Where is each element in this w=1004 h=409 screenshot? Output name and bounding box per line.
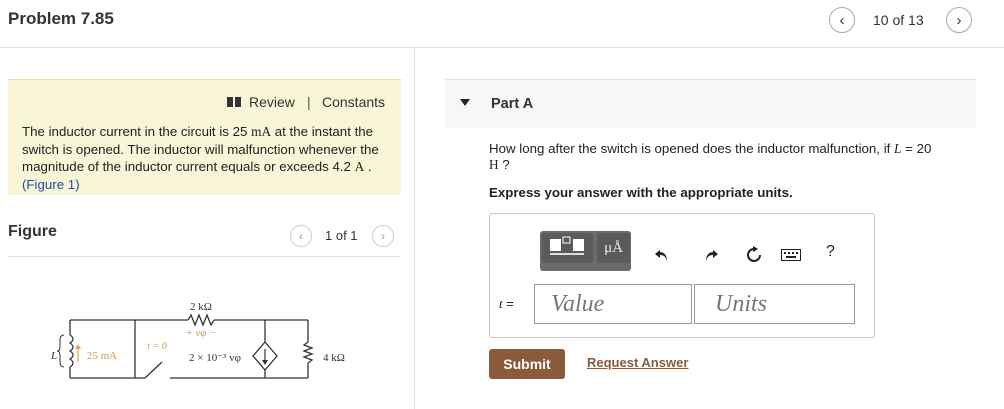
- answer-label: t =: [499, 296, 514, 312]
- answer-equals: =: [502, 296, 514, 311]
- request-answer-link[interactable]: Request Answer: [587, 355, 688, 370]
- undo-icon[interactable]: [651, 244, 673, 266]
- chevron-left-icon: ‹: [839, 11, 845, 29]
- problem-text-1: The inductor current in the circuit is 2…: [22, 124, 252, 139]
- templates-button[interactable]: [542, 233, 593, 263]
- templates-icon: [550, 236, 584, 255]
- figure-pager: 1 of 1: [325, 228, 358, 243]
- figure-heading: Figure: [8, 223, 57, 240]
- problem-unit-a: A: [354, 159, 365, 174]
- question-text-3: ?: [498, 157, 510, 172]
- reset-icon[interactable]: [743, 244, 765, 266]
- current-label: 25 mA: [87, 350, 117, 362]
- chevron-right-icon: ›: [381, 229, 385, 243]
- source-label: 2 × 10⁻³ vφ: [189, 352, 241, 364]
- problem-pager: 10 of 13: [873, 12, 924, 28]
- problem-title: Problem 7.85: [8, 9, 114, 28]
- chevron-left-icon: ‹: [299, 229, 303, 243]
- figure-next-button[interactable]: ›: [372, 225, 394, 247]
- question-text-2: = 20: [901, 141, 932, 156]
- question-unit: H: [489, 157, 499, 172]
- help-button[interactable]: ?: [826, 243, 835, 261]
- value-input[interactable]: [534, 284, 692, 324]
- figure-link[interactable]: (Figure 1): [22, 177, 80, 192]
- link-separator: |: [307, 94, 311, 110]
- submit-button[interactable]: Submit: [489, 349, 565, 379]
- previous-problem-button[interactable]: ‹: [829, 7, 855, 33]
- question-text-1: How long after the switch is opened does…: [489, 141, 895, 156]
- book-icon: [227, 97, 241, 107]
- caret-down-icon[interactable]: [460, 99, 470, 106]
- chevron-right-icon: ›: [956, 11, 962, 29]
- question-text: How long after the switch is opened does…: [489, 141, 979, 173]
- problem-statement: The inductor current in the circuit is 2…: [22, 123, 397, 193]
- units-button[interactable]: μÅ: [597, 233, 630, 263]
- column-divider: [414, 48, 415, 409]
- figure-divider: [8, 256, 401, 257]
- resistor-1-label: 2 kΩ: [190, 301, 212, 313]
- units-input[interactable]: [694, 284, 855, 324]
- part-a-title[interactable]: Part A: [491, 96, 533, 112]
- inductor-label: L: [50, 350, 57, 362]
- review-link[interactable]: Review: [249, 94, 295, 110]
- next-problem-button[interactable]: ›: [946, 7, 972, 33]
- switch-label: t = 0: [147, 341, 167, 352]
- problem-text-3: .: [364, 159, 372, 174]
- answer-instruction: Express your answer with the appropriate…: [489, 185, 793, 200]
- resistor-2-label: 4 kΩ: [323, 352, 345, 364]
- vphi-label: + vφ −: [185, 327, 216, 339]
- keyboard-icon[interactable]: [780, 244, 802, 266]
- redo-icon[interactable]: [700, 244, 722, 266]
- header-divider: [0, 47, 1004, 48]
- problem-unit-ma: mA: [251, 124, 272, 139]
- circuit-diagram: 2 kΩ + vφ − t = 0 2 × 10⁻³ vφ 4 kΩ L 25 …: [50, 301, 345, 379]
- constants-link[interactable]: Constants: [322, 94, 385, 110]
- figure-prev-button[interactable]: ‹: [290, 225, 312, 247]
